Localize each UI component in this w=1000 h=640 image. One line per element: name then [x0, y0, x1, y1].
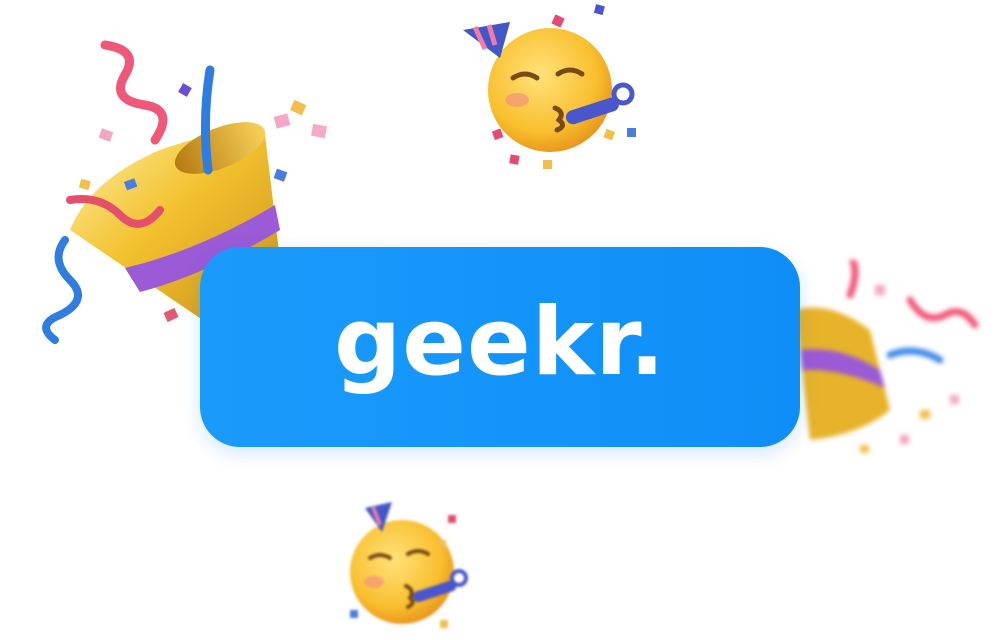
- logo-wordmark: geekr.: [334, 288, 666, 397]
- partying-face-icon: [463, 4, 636, 169]
- celebration-banner: geekr.: [0, 0, 1000, 640]
- partying-face-icon: [350, 502, 468, 628]
- logo-badge: geekr.: [200, 247, 800, 447]
